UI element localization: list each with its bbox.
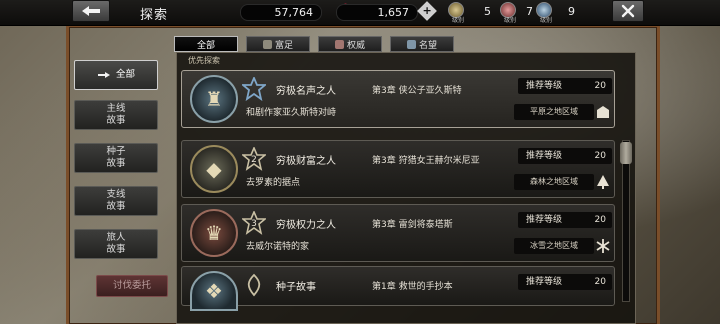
level-value: 7 [526,5,533,18]
forest-icon [594,173,612,191]
quest-subtitle: 去威尔诺特的家 [246,242,310,252]
sidebar-item-label: 故事 [106,201,126,212]
rec-value: 20 [594,215,606,225]
scrollbar-thumb[interactable] [620,142,632,164]
quest-name: 穷极财富之人 [276,156,336,167]
page-title: 探索 [140,8,169,23]
fame-badge-icon [242,77,266,101]
sidebar-item-label: 支线 [106,189,126,200]
emblem-glyph: ◆ [206,157,222,181]
filter-tab-all[interactable]: 全部 [174,36,238,52]
filter-tab-label: 全部 [196,40,215,51]
rec-value: 20 [594,151,606,161]
power-badge-icon: 3 [242,211,266,235]
quest-chapter: 第3章 雷剑将泰塔斯 [372,220,453,230]
quest-name: 种子故事 [276,282,316,293]
level-label: 级别 [504,17,517,24]
quest-row[interactable]: ❖ 种子故事 第1章 救世的手抄本 推荐等级 20 [181,266,615,311]
emblem-glyph: ♜ [205,87,223,111]
rec-label: 推荐等级 [526,277,563,287]
sidebar-item-label: 全部 [115,69,135,80]
close-button[interactable] [612,0,644,22]
svg-text:3: 3 [251,219,257,229]
sidebar-item-seed-story[interactable]: 种子 故事 [74,143,158,173]
sidebar-item-label: 主线 [106,103,126,114]
level-label: 级别 [540,17,553,24]
quest-chapter: 第3章 狩猎女王赫尔米尼亚 [372,156,480,166]
top-bar: 探索 57,764 1,657 + 级别 5 级别 7 级别 9 [0,0,720,26]
quest-subtitle: 去罗素的据点 [246,178,301,188]
fame-emblem-icon: ♜ [190,75,238,123]
back-arrow-icon [82,6,100,16]
sidebar-item-label: 故事 [106,158,126,169]
plains-icon [594,103,612,121]
recommended-level: 推荐等级 20 [518,212,612,228]
rec-label: 推荐等级 [526,215,563,225]
seed-badge-icon [242,273,266,297]
add-gem-button[interactable]: + [417,1,437,21]
seed-emblem-icon: ❖ [190,271,238,311]
back-button[interactable] [72,0,110,22]
filter-tab-power[interactable]: 权威 [318,36,382,52]
quest-subtitle: 和剧作家亚久斯特对峙 [246,108,337,118]
rec-label: 推荐等级 [526,151,563,161]
gold-counter: 57,764 [240,4,322,21]
sidebar-item-all[interactable]: 全部 [74,60,158,90]
filter-tab-label: 富足 [274,40,293,51]
sidebar-item-label: 故事 [106,244,126,255]
snow-icon [594,237,612,255]
wealth-emblem-icon: ◆ [190,145,238,193]
fame-icon [406,39,416,49]
rec-value: 20 [594,81,606,91]
power-emblem-icon: ♛ [190,209,238,257]
power-icon [334,39,344,49]
quest-name: 穷极权力之人 [276,220,336,231]
region-label: 平原之地区域 [514,104,594,120]
svg-text:2: 2 [251,155,257,165]
filter-tab-wealth[interactable]: 富足 [246,36,310,52]
level-value: 5 [484,5,491,18]
quest-row[interactable]: ◆ 2 穷极财富之人 第3章 狩猎女王赫尔米尼亚 去罗素的据点 推荐等级 20 … [181,140,615,198]
wealth-badge-icon: 2 [242,147,266,171]
button-label: 讨伐委托 [112,280,151,291]
recommended-level: 推荐等级 20 [518,274,612,290]
recommended-level: 推荐等级 20 [518,78,612,94]
emblem-glyph: ♛ [205,221,223,245]
quest-row[interactable]: ♜ 穷极名声之人 第3章 侠公子亚久斯特 和剧作家亚久斯特对峙 推荐等级 20 … [181,70,615,128]
filter-tab-label: 名望 [418,40,437,51]
filter-tab-label: 权威 [346,40,365,51]
recommended-level: 推荐等级 20 [518,148,612,164]
sidebar-item-side-story[interactable]: 支线 故事 [74,186,158,216]
sidebar-item-main-story[interactable]: 主线 故事 [74,100,158,130]
emblem-glyph: ❖ [205,279,223,303]
section-label: 优先探索 [188,56,220,65]
rec-label: 推荐等级 [526,81,563,91]
wealth-icon [262,39,272,49]
region-label: 森林之地区域 [514,174,594,190]
sidebar-item-label: 故事 [106,115,126,126]
region-label: 冰雪之地区域 [514,238,594,254]
quest-chapter: 第1章 救世的手抄本 [372,282,453,292]
quest-chapter: 第3章 侠公子亚久斯特 [372,86,462,96]
level-label: 级别 [452,17,465,24]
sidebar-item-label: 旅人 [106,232,126,243]
subjugation-request-button[interactable]: 讨伐委托 [96,275,168,297]
hand-pointer-icon [97,72,110,78]
sidebar-item-traveler-story[interactable]: 旅人 故事 [74,229,158,259]
gem-counter: 1,657 [336,4,418,21]
quest-name: 穷极名声之人 [276,86,336,97]
quest-list-scrollbar[interactable] [622,140,630,302]
filter-tab-fame[interactable]: 名望 [390,36,454,52]
rec-value: 20 [594,277,606,287]
quest-row[interactable]: ♛ 3 穷极权力之人 第3章 雷剑将泰塔斯 去威尔诺特的家 推荐等级 20 冰雪… [181,204,615,262]
sidebar-item-label: 种子 [106,146,126,157]
close-icon [621,4,635,18]
level-value: 9 [568,5,575,18]
